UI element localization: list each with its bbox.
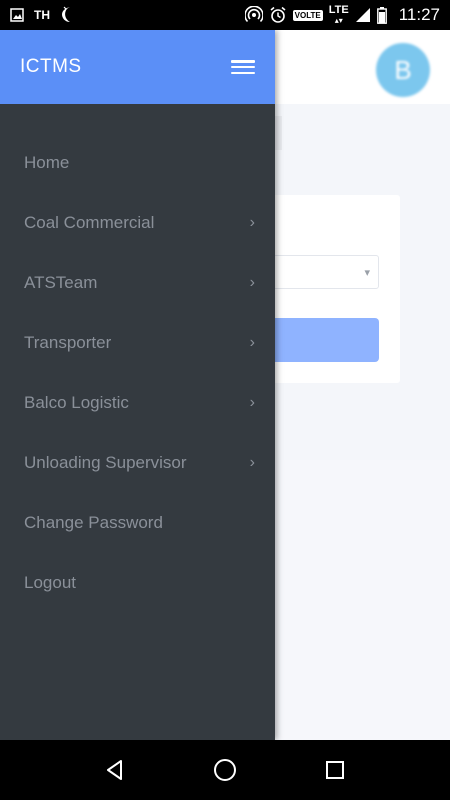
menu-item-home[interactable]: Home — [0, 133, 275, 193]
menu-item-label: Transporter — [24, 333, 112, 352]
chevron-right-icon: › — [249, 334, 255, 351]
hamburger-menu-icon[interactable] — [231, 58, 255, 76]
chevron-right-icon: › — [249, 274, 255, 291]
back-button[interactable] — [95, 750, 135, 790]
menu-item-logout[interactable]: Logout — [0, 553, 275, 613]
back-icon — [107, 760, 122, 780]
alarm-icon — [269, 6, 287, 24]
chevron-right-icon: › — [249, 454, 255, 471]
carrier-label: TH — [34, 8, 50, 22]
image-icon — [10, 8, 24, 22]
recents-icon — [326, 761, 344, 779]
menu-item-label: Change Password — [24, 513, 163, 532]
drawer-header: ICTMS — [0, 30, 275, 104]
menu-item-unloading-supervisor[interactable]: Unloading Supervisor › — [0, 433, 275, 493]
network-type: LTE ▴▾ — [328, 3, 349, 25]
drawer-menu: Home Coal Commercial › ATSTeam › Transpo… — [0, 104, 275, 613]
app-title: ICTMS — [20, 56, 82, 77]
menu-item-label: Coal Commercial — [24, 213, 155, 232]
avatar[interactable]: B — [376, 43, 430, 97]
menu-item-coal-commercial[interactable]: Coal Commercial › — [0, 193, 275, 253]
hotspot-icon — [244, 6, 263, 24]
menu-item-label: Balco Logistic — [24, 393, 129, 412]
navigation-drawer: ICTMS Home Coal Commercial › ATSTeam › T… — [0, 30, 275, 740]
menu-item-balco-logistic[interactable]: Balco Logistic › — [0, 373, 275, 433]
status-bar: TH VOLTE LTE ▴▾ 11:27 — [0, 0, 450, 30]
menu-item-change-password[interactable]: Change Password — [0, 493, 275, 553]
recents-button[interactable] — [315, 750, 355, 790]
chevron-right-icon: › — [249, 394, 255, 411]
moon-icon — [60, 6, 76, 24]
menu-item-transporter[interactable]: Transporter › — [0, 313, 275, 373]
chevron-right-icon: › — [249, 214, 255, 231]
menu-item-label: Logout — [24, 573, 76, 592]
menu-item-label: Unloading Supervisor — [24, 453, 187, 472]
volte-badge: VOLTE — [292, 9, 323, 21]
home-button[interactable] — [205, 750, 245, 790]
battery-icon — [376, 6, 387, 24]
caret-icon: ▾ — [364, 267, 370, 279]
clock: 11:27 — [398, 5, 440, 24]
menu-item-label: ATSTeam — [24, 273, 98, 292]
home-icon — [214, 759, 236, 781]
system-nav-bar — [0, 740, 450, 800]
signal-icon — [355, 7, 371, 23]
menu-item-atsteam[interactable]: ATSTeam › — [0, 253, 275, 313]
menu-item-label: Home — [24, 153, 70, 172]
